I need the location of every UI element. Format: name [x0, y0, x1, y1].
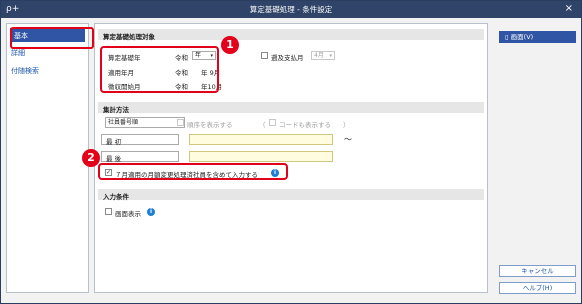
- retro-month-value: 4月: [314, 52, 324, 59]
- highlight-frame-target: [100, 46, 219, 93]
- close-icon[interactable]: ×: [565, 3, 573, 14]
- paren-open: （: [259, 121, 266, 129]
- callout-badge-1: 1: [221, 36, 239, 54]
- nav-item-detail[interactable]: 詳細: [11, 48, 25, 58]
- window-title: 算定基礎処理 - 条件設定: [249, 5, 333, 14]
- nav-item-related-search[interactable]: 付随検索: [11, 66, 39, 76]
- section-header-target: 算定基礎処理対象: [98, 29, 484, 41]
- document-icon: ▯: [505, 33, 509, 41]
- cancel-button[interactable]: キャンセル: [499, 265, 576, 277]
- show-code-checkbox[interactable]: [269, 119, 276, 126]
- show-code-label: コードも表示する: [279, 121, 331, 129]
- paren-close: ）: [343, 121, 350, 129]
- highlight-frame-nav: [10, 27, 94, 49]
- section-header-tally: 集計方法: [98, 102, 484, 114]
- highlight-frame-include-july: [98, 163, 288, 180]
- title-bar: ρ+ 算定基礎処理 - 条件設定 ×: [1, 1, 581, 18]
- left-nav-panel: 基本 詳細 付随検索: [6, 23, 89, 293]
- last-label: 最 後: [101, 151, 179, 163]
- dialog-window: ρ+ 算定基礎処理 - 条件設定 × 基本 詳細 付随検索 算定基礎処理対象 算…: [0, 0, 582, 304]
- range-tilde: ～: [344, 135, 352, 144]
- show-order-label: 順序を表示する: [187, 121, 233, 129]
- screen-display-checkbox[interactable]: [105, 208, 112, 215]
- help-button[interactable]: ヘルプ(H): [499, 282, 576, 294]
- show-order-checkbox[interactable]: [177, 119, 184, 126]
- order-select[interactable]: 社員番号順▾: [105, 117, 185, 128]
- retro-month-select[interactable]: 4月 ▾: [311, 51, 335, 60]
- first-input[interactable]: [189, 134, 333, 145]
- screen-display-label: 画面表示: [115, 210, 141, 218]
- retro-checkbox-label: 遡及支払月: [271, 54, 304, 62]
- order-select-value: 社員番号順: [108, 119, 139, 126]
- first-label: 最 初: [101, 134, 179, 146]
- info-icon[interactable]: i: [147, 208, 155, 216]
- screen-button-label: 画面(V): [510, 33, 534, 41]
- screen-button[interactable]: ▯ 画面(V): [499, 31, 576, 43]
- retro-checkbox[interactable]: [261, 52, 268, 59]
- chevron-down-icon: ▾: [329, 53, 332, 59]
- callout-badge-2: 2: [82, 149, 100, 167]
- last-input[interactable]: [189, 151, 333, 162]
- section-header-input-cond: 入力条件: [98, 189, 484, 201]
